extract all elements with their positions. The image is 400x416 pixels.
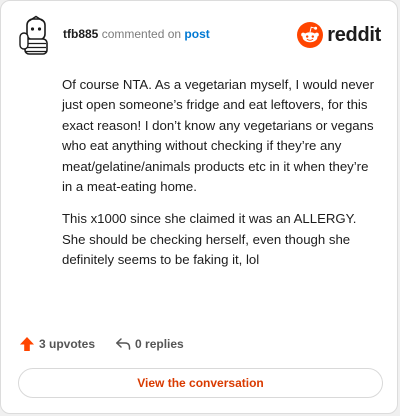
view-conversation-button[interactable]: View the conversation: [18, 368, 383, 398]
embedded-comment-card: tfb885 commented on post reddit Of cours…: [0, 0, 398, 414]
post-link[interactable]: post: [184, 27, 209, 41]
brand-wordmark: reddit: [327, 23, 381, 46]
comment-body: Of course NTA. As a vegetarian myself, I…: [62, 75, 378, 283]
username-link[interactable]: tfb885: [63, 27, 98, 41]
upvote-button[interactable]: 3 upvotes: [19, 336, 95, 352]
reddit-brand[interactable]: reddit: [297, 20, 381, 50]
reddit-logo-icon: [297, 22, 324, 48]
replies-count: 0 replies: [135, 337, 184, 351]
comment-paragraph: This x1000 since she claimed it was an A…: [62, 211, 357, 268]
author-line: tfb885 commented on post: [63, 27, 210, 41]
replies-button[interactable]: 0 replies: [115, 336, 184, 352]
snoo-avatar-icon: [19, 15, 48, 55]
upvote-arrow-icon: [20, 337, 34, 351]
upvote-count: 3 upvotes: [39, 337, 96, 351]
comment-paragraph: Of course NTA. As a vegetarian myself, I…: [62, 77, 374, 195]
reply-arrow-icon: [116, 338, 131, 350]
avatar[interactable]: [17, 15, 57, 55]
comment-actions: 3 upvotes 0 replies: [19, 335, 184, 353]
comment-header: tfb885 commented on post reddit: [17, 15, 381, 55]
action-text: commented on: [101, 27, 182, 41]
